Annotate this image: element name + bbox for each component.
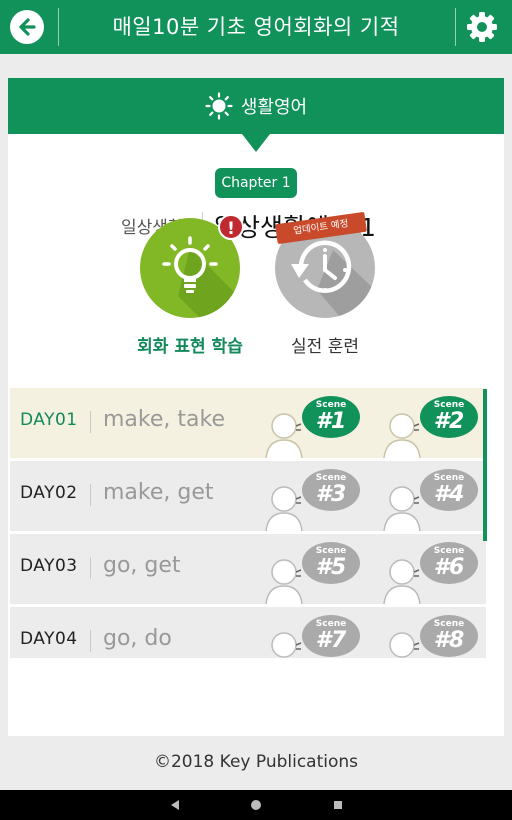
nav-recents-icon[interactable] xyxy=(331,798,345,812)
day-words: go, do xyxy=(103,626,172,651)
scene-button[interactable]: Scene #8 xyxy=(378,607,486,658)
back-arrow-icon xyxy=(19,18,36,36)
list-scrollbar[interactable] xyxy=(483,389,487,541)
scene-number: #1 xyxy=(315,409,347,434)
scene-number: #3 xyxy=(315,482,347,507)
scene-bubble: Scene #2 xyxy=(420,396,478,438)
system-nav-bar xyxy=(0,790,512,820)
scene-bubble: Scene #5 xyxy=(302,542,360,584)
app-title: 매일10분 기초 영어회화의 기적 xyxy=(112,15,400,39)
copyright: ©2018 Key Publications xyxy=(153,752,359,772)
scene-bubble: Scene #3 xyxy=(302,469,360,511)
alert-badge: ! xyxy=(218,214,244,240)
day-words: make, get xyxy=(103,480,214,505)
day-divider xyxy=(90,630,91,652)
scene-number: #2 xyxy=(433,409,465,434)
scene-button[interactable]: Scene #4 xyxy=(378,461,486,531)
scene-number: #6 xyxy=(433,555,465,580)
gear-icon[interactable] xyxy=(464,9,500,45)
scene-button[interactable]: Scene #1 xyxy=(260,388,370,458)
day-label: DAY04 xyxy=(20,629,78,649)
day-list: DAY01 make, take Scene #1 Scene #2 DAY02… xyxy=(10,388,486,658)
day-label: DAY01 xyxy=(20,410,78,430)
day-row[interactable]: DAY04 go, do Scene #7 Scene #8 xyxy=(10,607,486,658)
day-row[interactable]: DAY01 make, take Scene #1 Scene #2 xyxy=(10,388,486,458)
scene-number: #7 xyxy=(315,628,347,653)
header-pointer xyxy=(242,134,270,152)
chapter-badge: Chapter 1 xyxy=(215,168,297,198)
scene-button[interactable]: Scene #2 xyxy=(378,388,486,458)
practice-training-label: 실전 훈련 xyxy=(291,337,359,357)
scene-number: #5 xyxy=(315,555,347,580)
sun-icon xyxy=(205,92,233,120)
app-bar: 매일10분 기초 영어회화의 기적 xyxy=(0,0,512,54)
day-divider xyxy=(90,557,91,579)
app-bar-divider xyxy=(455,8,456,46)
scene-bubble: Scene #7 xyxy=(302,615,360,657)
expression-study-label: 회화 표현 학습 xyxy=(137,337,243,357)
scene-button[interactable]: Scene #7 xyxy=(260,607,370,658)
day-label: DAY02 xyxy=(20,483,78,503)
scene-number: #8 xyxy=(433,628,465,653)
scene-bubble: Scene #6 xyxy=(420,542,478,584)
day-row[interactable]: DAY02 make, get Scene #3 Scene #4 xyxy=(10,461,486,531)
scene-button[interactable]: Scene #6 xyxy=(378,534,486,604)
app-bar-divider xyxy=(58,8,59,46)
nav-home-icon[interactable] xyxy=(249,798,263,812)
day-divider xyxy=(90,484,91,506)
scene-bubble: Scene #4 xyxy=(420,469,478,511)
section-title: 생활영어 xyxy=(240,97,308,118)
day-words: go, get xyxy=(103,553,181,578)
day-label: DAY03 xyxy=(20,556,78,576)
day-row[interactable]: DAY03 go, get Scene #5 Scene #6 xyxy=(10,534,486,604)
scene-number: #4 xyxy=(433,482,465,507)
scene-bubble: Scene #8 xyxy=(420,615,478,657)
back-button[interactable] xyxy=(10,10,44,44)
section-header: 생활영어 xyxy=(8,78,504,152)
scene-bubble: Scene #1 xyxy=(302,396,360,438)
day-words: make, take xyxy=(103,407,225,432)
nav-back-icon[interactable] xyxy=(168,798,182,812)
scene-button[interactable]: Scene #3 xyxy=(260,461,370,531)
day-divider xyxy=(90,411,91,433)
scene-button[interactable]: Scene #5 xyxy=(260,534,370,604)
